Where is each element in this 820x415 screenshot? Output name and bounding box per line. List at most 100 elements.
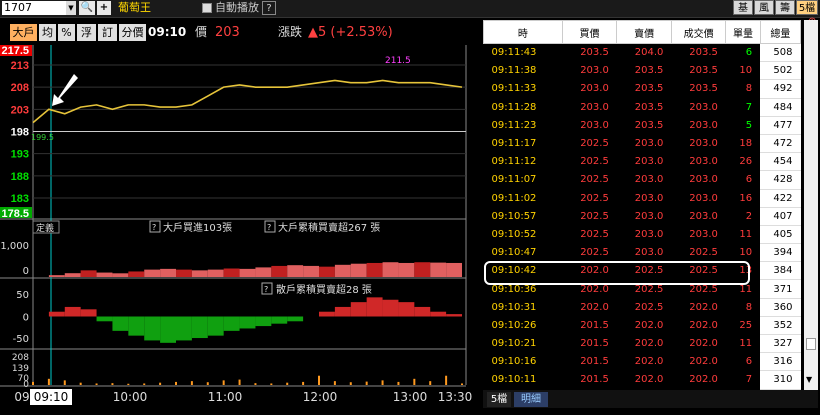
table-row[interactable]: 09:11:28 203.0 203.5 203.0 7 484 xyxy=(484,98,801,117)
accum-bar xyxy=(176,269,192,277)
table-row[interactable]: 09:11:07 202.5 203.0 203.0 6 428 xyxy=(484,170,801,190)
table-row[interactable]: 09:10:26 201.5 202.0 202.0 25 352 xyxy=(484,316,801,336)
help-glyph: ? xyxy=(267,223,271,232)
percent-button[interactable]: % xyxy=(58,24,75,41)
table-cell: 201.5 xyxy=(580,338,609,350)
accum-bar xyxy=(64,273,81,277)
accum-bar xyxy=(382,262,399,277)
col-volume[interactable]: 單量 xyxy=(725,20,761,44)
table-cell: 203.0 xyxy=(689,156,718,168)
col-ask[interactable]: 賣價 xyxy=(616,20,672,44)
accum-bar xyxy=(446,262,462,277)
volume-axis-label: 0 xyxy=(23,380,29,390)
table-cell: 203.0 xyxy=(634,174,664,186)
big-buy-label: 大戶買進103張 xyxy=(163,221,232,234)
price-distribution-button[interactable]: 分價 xyxy=(119,24,146,41)
search-icon[interactable]: 🔍 xyxy=(79,1,95,15)
tab-details[interactable]: 明細 xyxy=(514,392,548,407)
table-cell: 202.0 xyxy=(689,338,718,350)
accum-bar xyxy=(255,267,272,277)
table-cell: 203.0 xyxy=(634,247,664,259)
table-cell: 352 xyxy=(760,316,801,336)
low-label: 199.5 xyxy=(31,133,54,142)
accum-bar xyxy=(414,262,431,277)
help-glyph: ? xyxy=(264,285,268,294)
retail-bar xyxy=(48,311,65,317)
float-button[interactable]: 浮 xyxy=(77,24,96,41)
time-axis-label: 11:00 xyxy=(208,390,243,404)
col-price[interactable]: 成交價 xyxy=(670,20,727,44)
table-cell: 09:11:43 xyxy=(491,47,537,59)
tab-risk[interactable]: 風 xyxy=(754,0,774,15)
add-icon[interactable]: + xyxy=(97,1,111,15)
table-cell: 477 xyxy=(760,116,801,135)
table-row[interactable]: 09:11:23 203.0 203.5 203.0 5 477 xyxy=(484,116,801,135)
table-row[interactable]: 09:10:16 201.5 202.0 202.0 6 316 xyxy=(484,352,801,372)
table-row[interactable]: 09:10:57 202.5 203.0 203.0 2 407 xyxy=(484,207,801,226)
table-cell: 202.5 xyxy=(580,210,609,222)
table-cell: 09:11:17 xyxy=(491,138,537,150)
table-row[interactable]: 09:10:31 202.0 202.5 202.0 8 360 xyxy=(484,298,801,317)
table-cell: 502 xyxy=(760,61,801,81)
tab-chips[interactable]: 籌 xyxy=(775,0,795,15)
price-axis-label: 217.5 xyxy=(1,45,29,57)
accum-bar xyxy=(319,266,335,277)
table-row[interactable]: 09:10:11 201.5 202.0 202.0 7 310 xyxy=(484,370,801,390)
chevron-down-icon[interactable]: ▼ xyxy=(66,1,76,15)
symbol-input[interactable]: 1707 xyxy=(2,1,76,15)
table-cell: 09:10:31 xyxy=(491,301,537,313)
table-cell: 316 xyxy=(760,352,801,372)
tab-fundamental[interactable]: 基 xyxy=(733,0,753,15)
order-button[interactable]: 訂 xyxy=(98,24,117,41)
table-cell: 09:11:23 xyxy=(491,119,537,131)
table-row[interactable]: 09:11:38 203.0 203.5 203.5 10 502 xyxy=(484,61,801,81)
table-cell: 6 xyxy=(745,47,753,59)
accum-bar xyxy=(334,264,351,277)
col-time[interactable]: 時 xyxy=(483,20,563,44)
table-cell: 203.0 xyxy=(580,83,609,95)
table-cell: 09:11:02 xyxy=(491,192,537,204)
table-cell: 454 xyxy=(760,152,801,172)
accum-bar xyxy=(350,263,367,277)
table-row[interactable]: 09:11:33 203.0 203.5 203.5 8 492 xyxy=(484,79,801,99)
retail-bar xyxy=(160,316,176,343)
table-cell: 6 xyxy=(745,174,753,186)
tab-5-levels[interactable]: 5檔 xyxy=(796,0,818,15)
time-axis-label: 13:00 xyxy=(393,390,428,404)
accum-bar xyxy=(430,262,447,277)
accum-bar xyxy=(239,268,256,277)
accum-bar xyxy=(287,265,304,277)
price-axis-label: 183 xyxy=(11,193,29,205)
col-bid[interactable]: 買價 xyxy=(561,20,618,44)
highlight-box xyxy=(484,261,750,285)
retail-bar xyxy=(430,311,447,317)
table-cell: 10 xyxy=(739,247,753,259)
table-row[interactable]: 09:11:12 202.5 203.0 203.0 26 454 xyxy=(484,152,801,172)
table-row[interactable]: 09:10:21 201.5 202.0 202.0 11 327 xyxy=(484,334,801,354)
table-row[interactable]: 09:11:17 202.5 203.0 203.0 18 472 xyxy=(484,134,801,154)
change-value: ▲5 (+2.53%) xyxy=(308,25,393,40)
big-trader-button[interactable]: 大戶 xyxy=(10,24,37,41)
table-cell: 202.5 xyxy=(580,174,609,186)
accum-bar xyxy=(112,273,129,277)
table-row[interactable]: 09:11:02 202.5 203.0 203.0 16 422 xyxy=(484,189,801,208)
retail-bar xyxy=(239,316,256,329)
table-row[interactable]: 09:10:47 202.5 203.0 202.5 10 394 xyxy=(484,243,801,263)
table-row[interactable]: 09:10:52 202.5 203.0 203.0 11 405 xyxy=(484,225,801,245)
scrollbar[interactable]: ▼ xyxy=(804,20,818,390)
table-cell: 09:11:12 xyxy=(491,156,537,168)
price-axis-label: 188 xyxy=(11,171,29,183)
tab-5-levels-bottom[interactable]: 5檔 xyxy=(487,392,511,407)
table-row[interactable]: 09:11:43 203.5 204.0 203.5 6 508 xyxy=(484,43,801,63)
price-axis-label: 203 xyxy=(11,104,29,116)
accum-bar xyxy=(303,265,319,277)
scroll-down-icon[interactable]: ▼ xyxy=(806,375,812,384)
autoplay-checkbox[interactable] xyxy=(202,3,212,13)
table-cell: 202.5 xyxy=(580,156,609,168)
help-icon[interactable]: ? xyxy=(262,1,276,15)
table-cell: 7 xyxy=(745,101,753,113)
scroll-thumb[interactable] xyxy=(806,338,816,350)
panel2-axis-label: 0 xyxy=(23,266,29,277)
col-total[interactable]: 總量 xyxy=(759,20,802,44)
average-button[interactable]: 均 xyxy=(39,24,56,41)
